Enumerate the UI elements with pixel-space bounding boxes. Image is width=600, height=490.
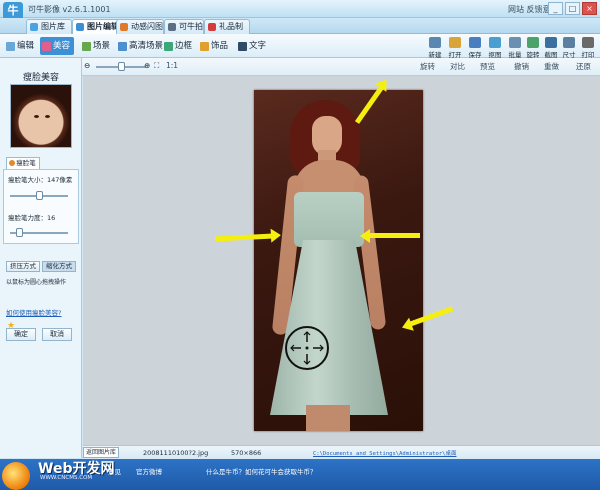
zoom-out-icon[interactable]: ⊖ [84,61,90,70]
open-icon [449,37,461,48]
print-icon [582,37,594,48]
screenshot-icon [545,37,557,48]
camera-icon [168,23,176,31]
tool-edit[interactable]: 编辑 [4,37,34,55]
redo-button[interactable]: 重做 [544,61,559,72]
tab-gift[interactable]: 礼品制作 [204,19,250,44]
tool-text[interactable]: 文字 [236,37,266,55]
brush-cursor [285,326,329,370]
thumb-eye-right [45,115,50,118]
tool-beauty[interactable]: 美容 [40,37,75,55]
tip-text[interactable]: 什么是牛币？如何花可牛会获取牛币？ [206,466,317,476]
fit-icon[interactable]: ⛶ [154,61,159,71]
view-toolbar: ⊖ ⊕ ⛶ 1:1 旋转 对比 预览 撤销 重做 还原 [82,58,600,76]
brush-strength-knob[interactable] [16,228,24,237]
close-button[interactable]: × [582,2,597,15]
photo-dress-bodice [294,192,364,247]
edit-icon [6,42,15,51]
thumb-eye-left [34,115,39,118]
tool-accessory[interactable]: 饰品 [198,37,228,55]
new-icon [429,37,441,48]
file-path[interactable]: C:\Documents and Settings\Administrator\… [313,449,456,457]
tool-scene[interactable]: 场景 [80,37,110,55]
zoom-in-icon[interactable]: ⊕ [144,61,150,70]
batch-button[interactable]: 批量 [505,36,525,59]
cancel-button[interactable]: 取消 [42,328,72,341]
photo-legs [306,405,350,431]
brush-size-label: 瘦脸笔大小：147像素 [8,176,73,184]
new-button[interactable]: 新建 [425,36,445,59]
window-controls: _ □ × [546,2,597,15]
watermark-url: WWW.CNCMS.COM [40,475,93,481]
orbit-logo-icon [2,462,30,490]
beauty-icon [42,42,51,51]
ok-button[interactable]: 确定 [6,328,36,341]
feedback-link[interactable]: 意见 [108,466,121,476]
shrink-mode-button[interactable]: 缩化方式 [42,261,76,272]
panel-title: 瘦脸美容 [22,73,59,83]
rotate-view-button[interactable]: 旋转 [420,61,435,72]
hd-scene-icon [118,42,127,51]
image-dimensions: 570×866 [231,449,262,457]
preview-button[interactable]: 预览 [480,61,495,72]
help-link[interactable]: 如何使用瘦脸美容? [6,307,61,317]
status-bar: 返回图片库 20081110100?2.jpg 570×866 C:\Docum… [83,445,600,459]
print-button[interactable]: 打印 [578,36,598,59]
minimize-button[interactable]: _ [548,2,563,15]
crosshair-icon [290,331,324,365]
brush-strength-label: 瘦脸笔力度：16 [8,214,56,222]
tab-animation[interactable]: 动感闪图 [116,19,164,34]
tab-camera[interactable]: 可牛拍照 [164,19,204,44]
actual-size-button[interactable]: 1:1 [166,61,178,70]
batch-icon [509,37,521,48]
edit-toolbar: 编辑 美容 场景 高清场景 边框 饰品 文字 新建 打开 保存 抠图 批量 旋转… [0,34,600,59]
text-icon [238,42,247,51]
undo-button[interactable]: 撤销 [514,61,529,72]
back-to-library-button[interactable]: 返回图片库 [83,447,119,458]
edit-tab-icon [76,23,84,31]
animation-icon [120,23,128,31]
arrow-annotation-right-waist [368,233,420,238]
size-icon [563,37,575,48]
rotate-icon [527,37,539,48]
gift-icon [208,23,216,31]
cutout-icon [489,37,501,48]
rotate-button[interactable]: 旋转 [523,36,543,59]
compare-button[interactable]: 对比 [450,61,465,72]
screenshot-button[interactable]: 截图 [541,36,561,59]
main-tabs: 图片库 图片编辑 动感闪图 可牛拍照 礼品制作 [0,18,600,44]
brush-size-knob[interactable] [36,191,43,200]
face-thumbnail [10,84,72,148]
brush-settings: 瘦脸笔大小：147像素 瘦脸笔力度：16 [3,169,79,244]
scene-icon [82,42,91,51]
official-weibo-link[interactable]: 官方微博 [136,466,162,476]
push-mode-button[interactable]: 挤压方式 [6,261,40,272]
file-name: 20081110100?2.jpg [143,449,209,457]
tool-frame[interactable]: 边框 [162,37,192,55]
save-icon [469,37,481,48]
restore-button[interactable]: 还原 [576,61,591,72]
brush-icon [9,160,15,166]
save-button[interactable]: 保存 [465,36,485,59]
tab-library[interactable]: 图片库 [26,19,72,34]
accessory-icon [200,42,209,51]
size-button[interactable]: 尺寸 [559,36,579,59]
maximize-button[interactable]: □ [565,2,580,15]
library-icon [30,23,38,31]
cutout-button[interactable]: 抠图 [485,36,505,59]
tab-slim-brush[interactable]: 瘦脸笔 [6,157,40,169]
window-title: 可牛影像 v2.6.1.1001 [28,5,111,14]
usage-note: 以鼠标为圆心拖拽操作 [6,279,67,286]
zoom-slider-knob[interactable] [118,62,125,71]
open-button[interactable]: 打开 [445,36,465,59]
frame-icon [164,42,173,51]
tool-hd-scene[interactable]: 高清场景 [116,37,163,55]
